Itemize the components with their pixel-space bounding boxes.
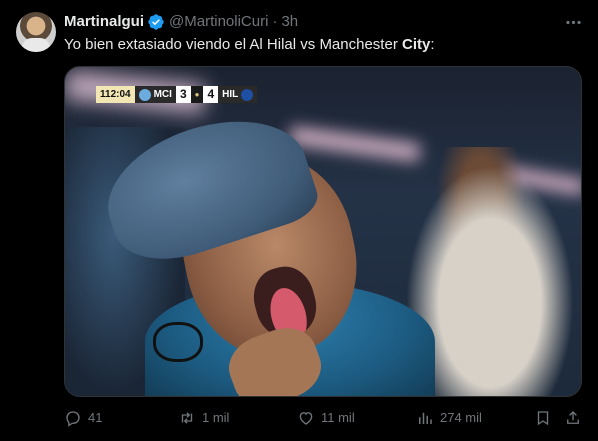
competition-logo-icon: ● — [190, 86, 204, 103]
team2-logo-icon — [241, 88, 254, 101]
retweet-count: 1 mil — [202, 410, 230, 425]
separator-dot: · — [272, 13, 278, 30]
author-handle[interactable]: @MartinoliCuri — [169, 12, 268, 32]
action-bar: 41 1 mil 11 mil 274 mil — [64, 405, 582, 431]
scorebug-team2: HIL — [218, 86, 258, 103]
tweet[interactable]: Martinalgui @MartinoliCuri · 3h Yo bien … — [0, 0, 598, 441]
views-button[interactable]: 274 mil — [416, 408, 482, 428]
verified-badge-icon — [147, 13, 165, 31]
reply-count: 41 — [88, 410, 103, 425]
share-icon — [564, 409, 582, 427]
scorebug-score1: 3 — [175, 86, 191, 103]
avatar[interactable] — [16, 12, 56, 52]
more-dots-icon[interactable] — [563, 12, 583, 32]
author-name[interactable]: Martinalgui — [64, 12, 144, 32]
like-count: 11 mil — [321, 410, 355, 425]
like-button[interactable]: 11 mil — [297, 408, 355, 428]
bookmark-icon — [534, 409, 552, 427]
heart-icon — [297, 409, 315, 427]
views-icon — [416, 409, 434, 427]
tweet-media[interactable]: 112:04 MCI 3 ● 4 HIL — [64, 66, 582, 397]
scorebug-team1: MCI — [134, 86, 176, 103]
tweet-header: Martinalgui @MartinoliCuri · 3h — [64, 12, 298, 32]
tweet-text: Yo bien extasiado viendo el Al Hilal vs … — [64, 35, 435, 55]
scorebug: 112:04 MCI 3 ● 4 HIL — [96, 86, 258, 103]
retweet-icon — [178, 409, 196, 427]
tweet-text-part2: : — [430, 36, 435, 53]
scorebug-clock: 112:04 — [96, 86, 135, 103]
tweet-time[interactable]: 3h — [281, 12, 298, 32]
media-glasses — [153, 322, 203, 362]
scorebug-team2-label: HIL — [222, 89, 239, 100]
tweet-text-part1: Yo bien extasiado viendo el Al Hilal vs … — [64, 36, 402, 53]
scorebug-score2: 4 — [203, 86, 219, 103]
retweet-button[interactable]: 1 mil — [178, 408, 229, 428]
views-count: 274 mil — [440, 410, 482, 425]
tweet-text-bold: City — [401, 36, 431, 53]
bookmark-button[interactable] — [534, 408, 552, 428]
reply-button[interactable]: 41 — [64, 408, 102, 428]
scorebug-team1-label: MCI — [153, 89, 172, 100]
team1-logo-icon — [138, 88, 151, 101]
share-button[interactable] — [564, 408, 582, 428]
avatar-shirt — [22, 38, 50, 52]
reply-icon — [64, 409, 82, 427]
